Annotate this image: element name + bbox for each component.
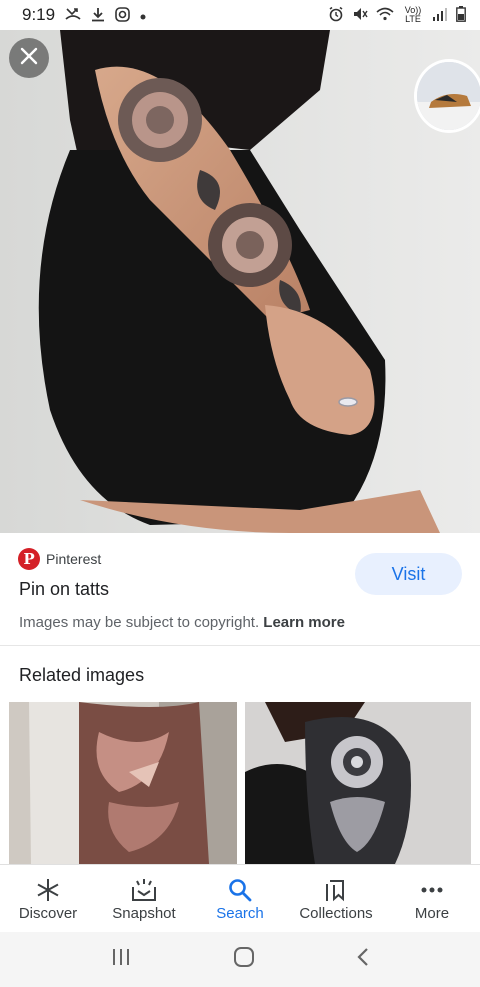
related-thumbnail[interactable] [414,59,480,133]
learn-more-link[interactable]: Learn more [263,614,345,631]
nav-label: Discover [18,905,78,922]
close-icon [20,47,38,70]
related-images-heading: Related images [19,665,145,685]
status-bar: 9:19 Vo)) LTE [0,0,480,30]
mute-icon [352,6,368,25]
pin-title[interactable]: Pin on tatts [19,579,109,600]
nav-snapshot[interactable]: Snapshot [96,865,192,932]
nav-collections[interactable]: Collections [288,865,384,932]
asterisk-icon [35,877,61,903]
divider [0,645,480,646]
search-icon [227,877,253,903]
related-image-2[interactable] [245,702,471,864]
recents-icon[interactable] [110,947,132,972]
bookmark-icon [324,877,348,903]
snapshot-icon [130,877,158,903]
source-row[interactable]: P Pinterest [18,548,101,570]
copyright-notice: Images may be subject to copyright. Lear… [19,614,345,631]
home-icon[interactable] [233,946,255,973]
battery-icon [456,5,466,25]
instagram-icon [115,6,130,24]
dot-icon [140,8,146,22]
nav-discover[interactable]: Discover [0,865,96,932]
alarm-icon [328,6,344,25]
nav-label: Collections [299,905,373,922]
download-icon [91,7,105,24]
nav-label: More [414,905,450,922]
main-image[interactable] [0,30,480,533]
bottom-nav: Discover Snapshot Search Collections Mor… [0,864,480,932]
nav-search[interactable]: Search [192,865,288,932]
missed-call-icon [65,7,81,23]
pinterest-logo-icon: P [18,548,40,570]
visit-label: Visit [391,563,426,584]
nav-label: Snapshot [112,905,176,922]
nav-label: Search [216,905,264,922]
back-icon[interactable] [356,947,370,972]
wifi-icon [376,7,394,24]
visit-button[interactable]: Visit [355,553,462,595]
source-name: Pinterest [46,551,102,567]
status-time: 9:19 [22,5,56,24]
volte-icon: Vo)) LTE [404,5,422,24]
nav-more[interactable]: More [384,865,480,932]
pinterest-logo-letter: P [23,550,35,568]
copyright-text: Images may be subject to copyright. [19,614,260,631]
signal-icon [432,7,448,24]
close-button[interactable] [9,38,49,78]
more-dots-icon [420,877,444,903]
related-image-1[interactable] [9,702,237,864]
system-nav-bar [0,932,480,987]
